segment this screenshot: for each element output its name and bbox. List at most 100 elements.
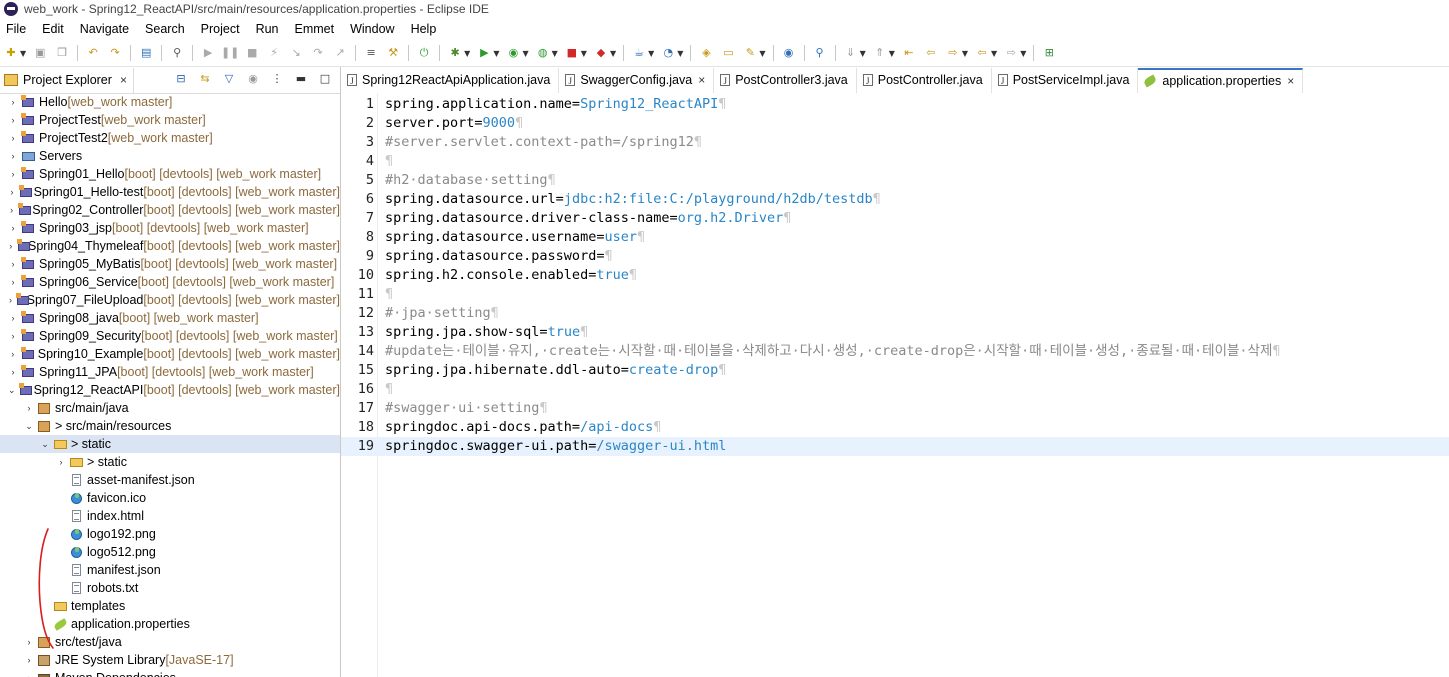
- chevron-right-icon[interactable]: ›: [8, 205, 15, 215]
- chevron-right-icon[interactable]: ›: [8, 223, 18, 233]
- chevron-right-icon[interactable]: ›: [8, 241, 14, 251]
- terminate-icon[interactable]: ■: [244, 45, 260, 61]
- menu-item-emmet[interactable]: Emmet: [287, 22, 343, 36]
- code-line[interactable]: 12 #·jpa·setting¶: [341, 304, 1449, 323]
- step-over-icon[interactable]: ↷: [310, 45, 326, 61]
- chevron-right-icon[interactable]: ›: [56, 457, 66, 467]
- chevron-right-icon[interactable]: ›: [8, 187, 16, 197]
- code-line[interactable]: 14 #update는·테이블·유지,·create는·시작할·때·테이블을·삭제…: [341, 342, 1449, 361]
- run-server-icon[interactable]: ◉: [505, 45, 521, 61]
- menu-item-edit[interactable]: Edit: [34, 22, 72, 36]
- next-annotation-icon[interactable]: ⇓: [843, 45, 859, 61]
- spring-boot-icon[interactable]: ⏻: [416, 45, 432, 61]
- maximize-icon[interactable]: □: [318, 72, 332, 86]
- collapse-all-icon[interactable]: ⊟: [174, 72, 188, 86]
- tree-item[interactable]: › Hello [web_work master]: [0, 93, 340, 111]
- new-class-icon[interactable]: ◔: [660, 45, 676, 61]
- chevron-right-icon[interactable]: ›: [8, 97, 18, 107]
- code-line[interactable]: 15 spring.jpa.hibernate.ddl-auto=create-d…: [341, 361, 1449, 380]
- build-icon[interactable]: ⚒: [385, 45, 401, 61]
- dropdown-arrow-icon[interactable]: ▼: [1020, 49, 1026, 58]
- menu-item-file[interactable]: File: [0, 22, 34, 36]
- chevron-down-icon[interactable]: ⌄: [24, 421, 34, 432]
- dropdown-arrow-icon[interactable]: ▼: [610, 49, 616, 58]
- console-icon[interactable]: ▤: [138, 45, 154, 61]
- chevron-right-icon[interactable]: ›: [8, 115, 18, 125]
- tree-item[interactable]: › Spring11_JPA [boot] [devtools] [web_wor…: [0, 363, 340, 381]
- resume-icon[interactable]: ▶: [200, 45, 216, 61]
- chevron-right-icon[interactable]: ›: [8, 277, 18, 287]
- dropdown-arrow-icon[interactable]: ▼: [677, 49, 683, 58]
- tree-item[interactable]: › Spring01_Hello-test [boot] [devtools] […: [0, 183, 340, 201]
- tree-item[interactable]: › Spring02_Controller [boot] [devtools] […: [0, 201, 340, 219]
- menu-item-search[interactable]: Search: [137, 22, 193, 36]
- close-icon[interactable]: ×: [698, 73, 705, 87]
- dropdown-arrow-icon[interactable]: ▼: [648, 49, 654, 58]
- code-line[interactable]: 2 server.port=9000¶: [341, 114, 1449, 133]
- menu-item-help[interactable]: Help: [403, 22, 445, 36]
- chevron-right-icon[interactable]: ›: [8, 349, 18, 359]
- tree-item[interactable]: › ProjectTest2 [web_work master]: [0, 129, 340, 147]
- code-line[interactable]: 9 spring.datasource.password=¶: [341, 247, 1449, 266]
- code-line[interactable]: 18 springdoc.api-docs.path=/api-docs¶: [341, 418, 1449, 437]
- last-edit-icon[interactable]: ⇤: [901, 45, 917, 61]
- tree-item[interactable]: › JRE System Library [JavaSE-17]: [0, 651, 340, 669]
- dropdown-arrow-icon[interactable]: ▼: [552, 49, 558, 58]
- disconnect-icon[interactable]: ⚡: [266, 45, 282, 61]
- chevron-right-icon[interactable]: ›: [24, 655, 34, 665]
- open-task-icon[interactable]: ✎: [742, 45, 758, 61]
- tree-item[interactable]: › ProjectTest [web_work master]: [0, 111, 340, 129]
- code-line[interactable]: 7 spring.datasource.driver-class-name=org…: [341, 209, 1449, 228]
- code-line[interactable]: 1 spring.application.name=Spring12_ReactA…: [341, 95, 1449, 114]
- dropdown-arrow-icon[interactable]: ▼: [581, 49, 587, 58]
- dropdown-arrow-icon[interactable]: ▼: [20, 49, 26, 58]
- code-line[interactable]: 10 spring.h2.console.enabled=true¶: [341, 266, 1449, 285]
- code-line[interactable]: 8 spring.datasource.username=user¶: [341, 228, 1449, 247]
- dropdown-arrow-icon[interactable]: ▼: [991, 49, 997, 58]
- coverage-icon[interactable]: ◍: [535, 45, 551, 61]
- open-folder-icon[interactable]: ▭: [720, 45, 736, 61]
- tree-item[interactable]: › Spring09_Security [boot] [devtools] [we…: [0, 327, 340, 345]
- chevron-right-icon[interactable]: ›: [8, 331, 18, 341]
- editor-tab[interactable]: J Spring12ReactApiApplication.java: [341, 67, 560, 93]
- search-file-icon[interactable]: ⚲: [812, 45, 828, 61]
- tree-item[interactable]: › Servers: [0, 147, 340, 165]
- step-into-icon[interactable]: ↘: [288, 45, 304, 61]
- dropdown-arrow-icon[interactable]: ▼: [962, 49, 968, 58]
- tree-item[interactable]: ⌄ > src/main/resources: [0, 417, 340, 435]
- new-java-project-icon[interactable]: ☕: [631, 45, 647, 61]
- tree-item[interactable]: › Spring08_java [boot] [web_work master]: [0, 309, 340, 327]
- save-icon[interactable]: ▣: [32, 45, 48, 61]
- code-line[interactable]: 13 spring.jpa.show-sql=true¶: [341, 323, 1449, 342]
- stop-icon[interactable]: ■: [564, 45, 580, 61]
- chevron-right-icon[interactable]: ›: [8, 259, 18, 269]
- focus-icon[interactable]: ◉: [246, 72, 260, 86]
- suspend-icon[interactable]: ❚❚: [221, 45, 239, 61]
- open-type-icon[interactable]: ◈: [698, 45, 714, 61]
- chevron-right-icon[interactable]: ›: [24, 403, 34, 413]
- skip-breakpoints-icon[interactable]: ≡: [363, 45, 379, 61]
- save-all-icon[interactable]: ❐: [54, 45, 70, 61]
- tree-item[interactable]: › Maven Dependencies: [0, 669, 340, 677]
- menu-item-window[interactable]: Window: [342, 22, 402, 36]
- dropdown-arrow-icon[interactable]: ▼: [464, 49, 470, 58]
- new-icon[interactable]: ✚: [3, 45, 19, 61]
- tree-item[interactable]: ⌄ > static: [0, 435, 340, 453]
- chevron-right-icon[interactable]: ›: [24, 673, 34, 677]
- redo-icon[interactable]: ↷: [107, 45, 123, 61]
- previous-annotation-icon[interactable]: ⇑: [872, 45, 888, 61]
- menu-item-project[interactable]: Project: [193, 22, 248, 36]
- project-explorer-tab[interactable]: Project Explorer ×: [0, 67, 134, 93]
- open-perspective-icon[interactable]: ⊞: [1041, 45, 1057, 61]
- chevron-right-icon[interactable]: ›: [8, 313, 18, 323]
- forward-nav-icon[interactable]: ⇨: [1003, 45, 1019, 61]
- chevron-right-icon[interactable]: ›: [8, 151, 18, 161]
- code-line[interactable]: 6 spring.datasource.url=jdbc:h2:file:C:/p…: [341, 190, 1449, 209]
- chevron-right-icon[interactable]: ›: [8, 295, 13, 305]
- external-tools-icon[interactable]: ◆: [593, 45, 609, 61]
- tree-item[interactable]: favicon.ico: [0, 489, 340, 507]
- editor-tab[interactable]: J SwaggerConfig.java ×: [559, 67, 715, 93]
- close-icon[interactable]: ×: [1287, 74, 1294, 88]
- minimize-icon[interactable]: ▬: [294, 72, 308, 86]
- link-with-editor-icon[interactable]: ⇆: [198, 72, 212, 86]
